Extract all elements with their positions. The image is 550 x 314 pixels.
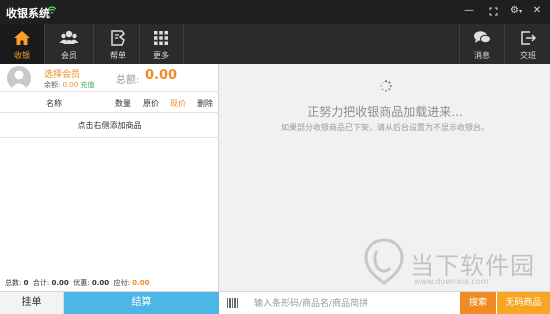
balance-label: 余额: xyxy=(44,81,61,89)
loading-spinner-icon xyxy=(380,80,392,92)
total-value: 0.00 xyxy=(145,68,178,83)
nav-member[interactable]: 会员 xyxy=(47,24,91,64)
nav-cashier[interactable]: 收银 xyxy=(0,24,44,64)
nav-cashier-label: 收银 xyxy=(14,51,30,60)
bottom-bar: 挂单 结算 搜索 无码商品 xyxy=(0,291,550,314)
exit-icon xyxy=(521,31,537,45)
select-member-link[interactable]: 选择会员 xyxy=(44,67,80,80)
hold-order-button[interactable]: 挂单 xyxy=(0,292,64,314)
watermark: 当下软件园 www.downxia.com xyxy=(360,237,550,287)
due-label: 应付: xyxy=(113,279,130,287)
watermark-text: 当下软件园 xyxy=(410,252,535,280)
nav-more-label: 更多 xyxy=(153,51,169,60)
watermark-logo-icon xyxy=(364,238,404,285)
column-name: 名称 xyxy=(46,99,62,108)
grid-icon xyxy=(154,31,168,45)
count-value: 0 xyxy=(23,279,29,287)
sum-value: 0.00 xyxy=(51,279,69,287)
loading-subtitle: 如果部分收银商品已下架，请从后台设置为不显示收银台。 xyxy=(281,123,489,132)
minimize-button[interactable]: — xyxy=(462,4,476,18)
order-icon xyxy=(111,30,126,46)
nav-orders[interactable]: 帮单 xyxy=(96,24,140,64)
nav-messages[interactable]: 消息 xyxy=(460,24,504,64)
dropdown-caret-icon: ▾ xyxy=(518,8,522,15)
close-button[interactable]: ✕ xyxy=(530,4,544,18)
fullscreen-icon xyxy=(489,7,497,16)
nav-more[interactable]: 更多 xyxy=(139,24,183,64)
loading-title: 正努力把收银商品加载进来... xyxy=(307,105,463,119)
nav-member-label: 会员 xyxy=(61,51,77,60)
search-button[interactable]: 搜索 xyxy=(460,292,496,314)
nav-divider xyxy=(44,24,45,64)
discount-label: 优惠: xyxy=(73,279,90,287)
search-input[interactable] xyxy=(246,294,460,313)
checkout-button[interactable]: 结算 xyxy=(64,292,219,314)
empty-cart-hint: 点击右侧添加商品 xyxy=(0,114,219,138)
nav-handover[interactable]: 交班 xyxy=(506,24,550,64)
cart-table-header: 名称 数量 原价 现价 删除 xyxy=(0,93,219,113)
chat-icon xyxy=(474,31,491,44)
wifi-icon xyxy=(47,6,57,14)
nav-divider xyxy=(183,24,184,64)
fullscreen-button[interactable] xyxy=(486,4,500,18)
nav-orders-label: 帮单 xyxy=(110,51,126,60)
settings-button[interactable]: ⚙▾ xyxy=(507,4,525,18)
product-panel: 正努力把收银商品加载进来... 如果部分收银商品已下架，请从后台设置为不显示收银… xyxy=(220,64,550,291)
toolbar: 收银 会员 帮单 更多 消息 交班 xyxy=(0,24,550,64)
gear-icon: ⚙ xyxy=(510,5,519,16)
column-current-price: 现价 xyxy=(170,99,186,108)
discount-value: 0.00 xyxy=(91,279,110,287)
avatar[interactable] xyxy=(7,66,31,90)
app-title: 收银系统 xyxy=(6,7,50,20)
home-icon xyxy=(14,31,30,45)
nav-divider xyxy=(93,24,94,64)
member-balance: 余额: 0.00 充值 xyxy=(44,80,94,90)
nav-divider xyxy=(504,24,505,64)
title-bar: 收银系统 — ⚙▾ ✕ xyxy=(0,0,550,24)
total-label: 总额: xyxy=(116,75,140,86)
member-section: 选择会员 余额: 0.00 充值 总额: 0.00 xyxy=(0,64,219,92)
nav-handover-label: 交班 xyxy=(520,51,536,60)
members-icon xyxy=(59,30,79,44)
column-quantity: 数量 xyxy=(115,99,131,108)
no-barcode-product-button[interactable]: 无码商品 xyxy=(497,292,550,314)
nav-messages-label: 消息 xyxy=(474,51,490,60)
barcode-icon[interactable] xyxy=(227,298,239,308)
due-value: 0.00 xyxy=(132,279,150,287)
recharge-link[interactable]: 充值 xyxy=(80,81,94,89)
column-delete: 删除 xyxy=(197,99,213,108)
sum-label: 合计: xyxy=(32,279,50,287)
cart-panel: 选择会员 余额: 0.00 充值 总额: 0.00 名称 数量 原价 现价 删除… xyxy=(0,64,219,291)
user-avatar-icon xyxy=(10,70,28,90)
balance-value: 0.00 xyxy=(62,81,79,89)
watermark-url: www.downxia.com xyxy=(414,277,489,286)
count-label: 总数: xyxy=(5,279,22,287)
order-summary: 总数: 0 合计: 0.00 优惠: 0.00 应付: 0.00 xyxy=(0,275,219,291)
column-original-price: 原价 xyxy=(143,99,159,108)
